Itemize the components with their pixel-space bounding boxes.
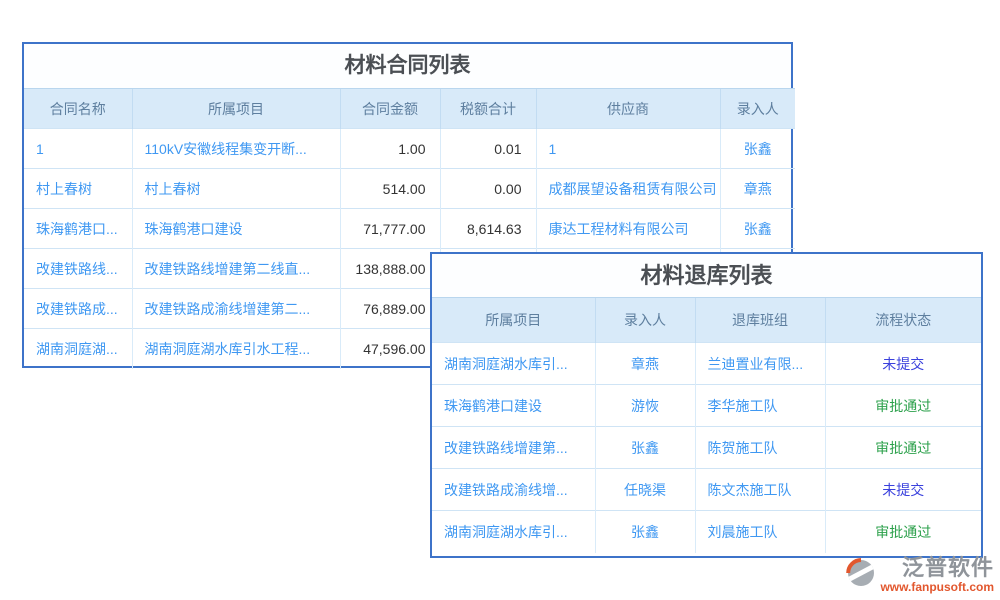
col-header-tax-total: 税额合计 [440, 89, 536, 129]
contract-amount-value: 514.00 [340, 169, 440, 209]
supplier-link[interactable]: 1 [536, 129, 720, 169]
contract-amount-value: 1.00 [340, 129, 440, 169]
contract-name-link[interactable]: 1 [24, 129, 132, 169]
return-table: 所属项目 录入人 退库班组 流程状态 湖南洞庭湖水库引... 章燕 兰迪置业有限… [432, 297, 981, 553]
table-row: 改建铁路线增建第... 张鑫 陈贺施工队 审批通过 [432, 427, 981, 469]
col-header-entered-by: 录入人 [720, 89, 795, 129]
workflow-status-badge: 审批通过 [825, 385, 981, 427]
project-link[interactable]: 改建铁路成渝线增... [432, 469, 595, 511]
col-header-amount: 合同金额 [340, 89, 440, 129]
col-header-return-team: 退库班组 [695, 298, 825, 343]
project-link[interactable]: 村上春树 [132, 169, 340, 209]
col-header-workflow-status: 流程状态 [825, 298, 981, 343]
contract-name-link[interactable]: 珠海鹤港口... [24, 209, 132, 249]
contract-amount-value: 47,596.00 [340, 329, 440, 369]
table-row: 珠海鹤港口... 珠海鹤港口建设 71,777.00 8,614.63 康达工程… [24, 209, 795, 249]
contract-table-header-row: 合同名称 所属项目 合同金额 税额合计 供应商 录入人 [24, 89, 795, 129]
contract-amount-value: 138,888.00 [340, 249, 440, 289]
entered-by-link[interactable]: 张鑫 [595, 427, 695, 469]
col-header-contract-name: 合同名称 [24, 89, 132, 129]
entered-by-link[interactable]: 张鑫 [720, 209, 795, 249]
project-link[interactable]: 改建铁路成渝线增建第二... [132, 289, 340, 329]
contract-name-link[interactable]: 湖南洞庭湖... [24, 329, 132, 369]
table-row: 湖南洞庭湖水库引... 张鑫 刘晨施工队 审批通过 [432, 511, 981, 553]
col-header-project: 所属项目 [132, 89, 340, 129]
col-header-entered-by: 录入人 [595, 298, 695, 343]
contract-amount-value: 71,777.00 [340, 209, 440, 249]
project-link[interactable]: 改建铁路线增建第... [432, 427, 595, 469]
col-header-supplier: 供应商 [536, 89, 720, 129]
watermark-url-text: www.fanpusoft.com [880, 580, 994, 594]
table-row: 1 110kV安徽线程集变开断... 1.00 0.01 1 张鑫 [24, 129, 795, 169]
workflow-status-badge: 审批通过 [825, 427, 981, 469]
return-list-title: 材料退库列表 [432, 254, 981, 297]
return-team-link[interactable]: 陈贺施工队 [695, 427, 825, 469]
entered-by-link[interactable]: 张鑫 [720, 129, 795, 169]
contract-name-link[interactable]: 改建铁路成... [24, 289, 132, 329]
return-team-link[interactable]: 李华施工队 [695, 385, 825, 427]
watermark-brand-text: 泛普软件 [902, 556, 994, 580]
return-table-header-row: 所属项目 录入人 退库班组 流程状态 [432, 298, 981, 343]
fanpu-logo-icon [846, 558, 876, 588]
return-team-link[interactable]: 陈文杰施工队 [695, 469, 825, 511]
project-link[interactable]: 湖南洞庭湖水库引水工程... [132, 329, 340, 369]
entered-by-link[interactable]: 游恢 [595, 385, 695, 427]
entered-by-link[interactable]: 任晓渠 [595, 469, 695, 511]
entered-by-link[interactable]: 章燕 [720, 169, 795, 209]
project-link[interactable]: 湖南洞庭湖水库引... [432, 343, 595, 385]
supplier-link[interactable]: 成都展望设备租赁有限公司 [536, 169, 720, 209]
entered-by-link[interactable]: 张鑫 [595, 511, 695, 553]
project-link[interactable]: 改建铁路线增建第二线直... [132, 249, 340, 289]
contract-name-link[interactable]: 改建铁路线... [24, 249, 132, 289]
project-link[interactable]: 珠海鹤港口建设 [132, 209, 340, 249]
workflow-status-badge: 审批通过 [825, 511, 981, 553]
project-link[interactable]: 湖南洞庭湖水库引... [432, 511, 595, 553]
project-link[interactable]: 珠海鹤港口建设 [432, 385, 595, 427]
col-header-project: 所属项目 [432, 298, 595, 343]
contract-amount-value: 76,889.00 [340, 289, 440, 329]
contract-name-link[interactable]: 村上春树 [24, 169, 132, 209]
workflow-status-badge: 未提交 [825, 469, 981, 511]
contract-list-title: 材料合同列表 [24, 44, 791, 88]
return-team-link[interactable]: 刘晨施工队 [695, 511, 825, 553]
tax-total-value: 0.01 [440, 129, 536, 169]
project-link[interactable]: 110kV安徽线程集变开断... [132, 129, 340, 169]
tax-total-value: 0.00 [440, 169, 536, 209]
workflow-status-badge: 未提交 [825, 343, 981, 385]
entered-by-link[interactable]: 章燕 [595, 343, 695, 385]
table-row: 珠海鹤港口建设 游恢 李华施工队 审批通过 [432, 385, 981, 427]
material-return-list-panel: 材料退库列表 所属项目 录入人 退库班组 流程状态 湖南洞庭湖水库引... 章燕… [430, 252, 983, 558]
supplier-link[interactable]: 康达工程材料有限公司 [536, 209, 720, 249]
tax-total-value: 8,614.63 [440, 209, 536, 249]
table-row: 村上春树 村上春树 514.00 0.00 成都展望设备租赁有限公司 章燕 [24, 169, 795, 209]
table-row: 湖南洞庭湖水库引... 章燕 兰迪置业有限... 未提交 [432, 343, 981, 385]
watermark: 泛普软件 www.fanpusoft.com [846, 556, 994, 594]
table-row: 改建铁路成渝线增... 任晓渠 陈文杰施工队 未提交 [432, 469, 981, 511]
return-team-link[interactable]: 兰迪置业有限... [695, 343, 825, 385]
